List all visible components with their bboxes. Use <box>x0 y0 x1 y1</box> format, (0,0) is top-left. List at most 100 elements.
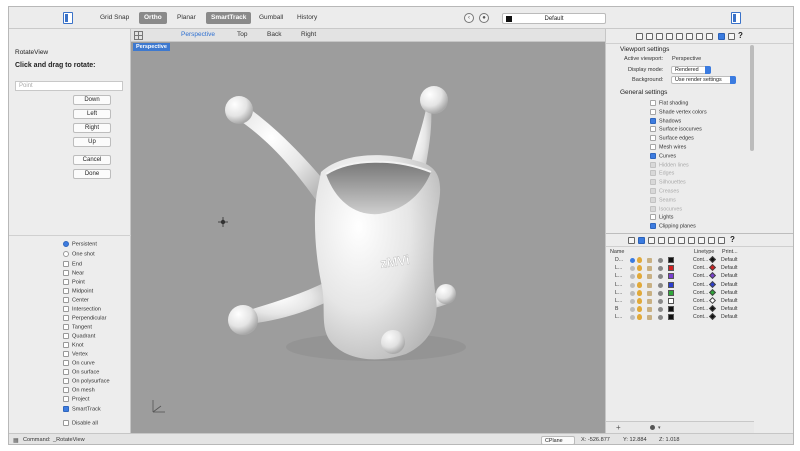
camera-icon[interactable] <box>676 33 683 40</box>
lightbulb-icon[interactable] <box>637 257 642 263</box>
osnap-perpendicular[interactable]: Perpendicular <box>63 315 107 321</box>
setting-silhouettes[interactable]: Silhouettes <box>650 179 686 186</box>
materials-icon[interactable] <box>666 33 673 40</box>
history-toggle[interactable]: History <box>292 12 322 24</box>
checkbox[interactable] <box>63 420 69 426</box>
display-icon[interactable] <box>718 33 725 40</box>
chevron-down-icon[interactable]: ▾ <box>658 425 661 431</box>
background-select[interactable]: Use render settings <box>671 76 736 84</box>
render-icon[interactable] <box>656 33 663 40</box>
lightbulb-icon[interactable] <box>637 265 642 272</box>
current-layer-icon[interactable] <box>630 266 635 272</box>
checkbox[interactable] <box>63 396 69 402</box>
checkbox[interactable] <box>650 205 656 212</box>
osnap-center[interactable]: Center <box>63 297 89 303</box>
lock-icon[interactable] <box>647 307 652 313</box>
checkbox[interactable] <box>650 161 656 168</box>
lightbulb-icon[interactable] <box>637 281 642 288</box>
material-icon[interactable] <box>658 307 663 313</box>
setting-seams[interactable]: Seams <box>650 196 676 203</box>
osnap-vertex[interactable]: Vertex <box>63 351 88 357</box>
setting-lights[interactable]: Lights <box>650 214 673 221</box>
layer-row[interactable]: L... Cont... Default <box>609 280 757 290</box>
checkbox[interactable] <box>63 270 69 276</box>
layer-linetype[interactable]: Cont... <box>693 257 708 263</box>
current-layer-icon[interactable] <box>630 290 635 296</box>
setting-shadows[interactable]: Shadows <box>650 117 681 124</box>
checkbox[interactable] <box>650 170 656 177</box>
lightbulb-icon[interactable] <box>637 306 642 313</box>
layer-print-width[interactable]: Default <box>721 265 737 271</box>
current-layer-selector[interactable]: Default <box>502 13 606 24</box>
layers-header-name[interactable]: Name <box>610 249 624 255</box>
render-icon[interactable] <box>648 237 655 244</box>
print-color-icon[interactable] <box>708 305 717 313</box>
tab-top[interactable]: Top <box>237 31 247 38</box>
setting-isocurves[interactable]: Isocurves <box>650 205 682 212</box>
checkbox[interactable] <box>63 288 69 294</box>
checkbox[interactable] <box>650 126 656 133</box>
display-mode-select[interactable]: Rendered <box>671 66 711 74</box>
setting-mesh-wires[interactable]: Mesh wires <box>650 144 686 150</box>
print-color-icon[interactable] <box>708 272 717 280</box>
layer-row[interactable]: L... Cont... Default <box>609 272 757 281</box>
osnap-on-mesh[interactable]: On mesh <box>63 387 95 393</box>
lightbulb-icon[interactable] <box>637 314 642 321</box>
osnap-on-curve[interactable]: On curve <box>63 360 95 366</box>
command-history-icon[interactable]: ▦ <box>13 437 19 444</box>
sun-icon[interactable] <box>698 237 705 244</box>
environment-icon[interactable] <box>696 33 703 40</box>
layer-row[interactable]: L... Cont... Default <box>609 313 757 322</box>
properties-icon[interactable] <box>636 33 643 40</box>
checkbox[interactable] <box>650 188 656 194</box>
osnap-near[interactable]: Near <box>63 270 84 276</box>
checkbox[interactable] <box>63 261 69 267</box>
osnap-tangent[interactable]: Tangent <box>63 324 92 330</box>
osnap-end[interactable]: End <box>63 261 82 267</box>
layer-color-swatch[interactable] <box>668 265 674 272</box>
material-icon[interactable] <box>658 290 663 296</box>
material-icon[interactable] <box>658 282 663 288</box>
back-arrow-icon[interactable]: ‹ <box>464 13 474 23</box>
layer-linetype[interactable]: Cont... <box>693 306 708 312</box>
checkbox[interactable] <box>63 351 69 357</box>
layer-print-width[interactable]: Default <box>721 282 737 288</box>
lock-icon[interactable] <box>647 299 652 304</box>
checkbox[interactable] <box>63 378 69 384</box>
point-input[interactable]: Point <box>15 81 123 91</box>
setting-creases[interactable]: Creases <box>650 188 679 194</box>
sun-icon[interactable] <box>706 33 713 40</box>
current-layer-icon[interactable] <box>630 315 635 321</box>
osnap-on-surface[interactable]: On surface <box>63 369 99 375</box>
checkbox[interactable] <box>63 315 69 321</box>
down-button[interactable]: Down <box>73 95 111 105</box>
osnap-persistent[interactable]: Persistent <box>63 241 97 247</box>
layer-color-swatch[interactable] <box>668 281 674 288</box>
osnap-intersection[interactable]: Intersection <box>63 306 101 312</box>
layer-color-swatch[interactable] <box>668 306 674 313</box>
layer-print-width[interactable]: Default <box>721 314 737 320</box>
checkbox[interactable] <box>650 179 656 186</box>
layer-print-width[interactable]: Default <box>721 257 737 263</box>
layer-row[interactable]: L... Cont... Default <box>609 264 757 273</box>
ortho-toggle[interactable]: Ortho <box>139 12 167 24</box>
smarttrack-toggle[interactable]: SmartTrack <box>206 12 252 24</box>
notes-icon[interactable] <box>718 237 725 244</box>
material-icon[interactable] <box>658 315 663 321</box>
layer-linetype[interactable]: Cont... <box>693 298 708 304</box>
material-icon[interactable] <box>658 266 663 272</box>
current-layer-icon[interactable] <box>630 299 635 304</box>
layer-linetype[interactable]: Cont... <box>693 273 708 279</box>
left-button[interactable]: Left <box>73 109 111 119</box>
print-color-icon[interactable] <box>708 288 717 296</box>
current-layer-icon[interactable] <box>630 282 635 288</box>
checkbox[interactable] <box>63 279 69 285</box>
checkbox[interactable] <box>63 333 69 339</box>
settings-scrollbar[interactable] <box>750 45 754 151</box>
display-icon[interactable] <box>708 237 715 244</box>
layer-row[interactable]: L... Cont... Default <box>609 296 757 306</box>
checkbox[interactable] <box>650 100 656 106</box>
layer-color-swatch[interactable] <box>668 257 674 263</box>
layer-color-swatch[interactable] <box>668 298 674 304</box>
radio-button[interactable] <box>63 241 69 247</box>
